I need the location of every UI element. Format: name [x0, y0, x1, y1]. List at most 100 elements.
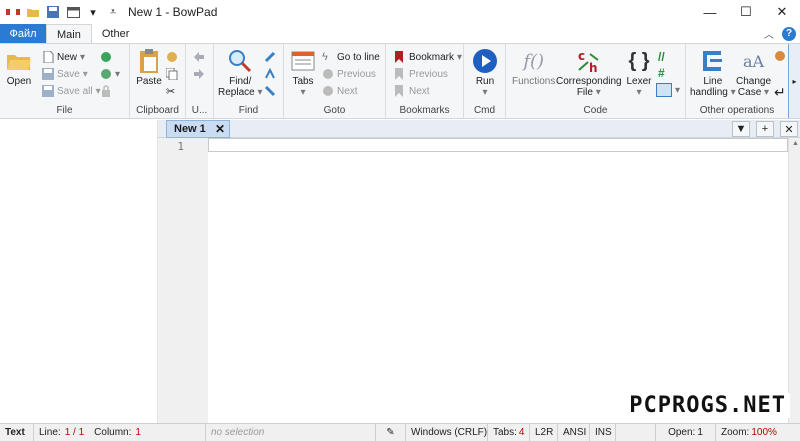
group-clipboard: Paste ✂ Clipboard: [130, 44, 186, 118]
lexer-button[interactable]: { } Lexer ▾: [626, 48, 652, 99]
comment-button[interactable]: //: [658, 48, 670, 64]
bookmark-prev-icon: [394, 68, 406, 80]
save-button[interactable]: Save ▾: [42, 66, 88, 82]
goto-previous-button[interactable]: Previous: [322, 66, 376, 82]
lightning-icon: ϟ: [322, 51, 328, 63]
cut-button[interactable]: ✂: [166, 83, 178, 99]
vertical-scrollbar[interactable]: ▲: [788, 138, 800, 423]
comment-icon: //: [658, 50, 665, 64]
line-handling-button[interactable]: Line handling ▾: [690, 48, 736, 98]
new-button[interactable]: New ▾: [42, 49, 85, 65]
group-label-file: File: [56, 105, 73, 116]
group-label-cmd: Cmd: [473, 105, 496, 116]
close-tab-icon[interactable]: ✕: [215, 122, 225, 136]
help-icon[interactable]: ?: [782, 26, 796, 41]
ribbon-tabs: Файл Main Other ︿ ?: [0, 24, 800, 44]
find-files-button[interactable]: [264, 83, 276, 99]
group-cmd: Run ▾ Cmd: [464, 44, 506, 118]
find-next-button[interactable]: [264, 49, 276, 65]
ribbon-scroll-right[interactable]: ▸: [788, 44, 800, 118]
redo-icon: [193, 68, 205, 80]
status-ins[interactable]: INS: [590, 423, 616, 441]
title-bar: ▾ ⩡ New 1 - BowPad — ☐ ✕: [0, 0, 800, 24]
status-wrap[interactable]: ✎: [376, 423, 406, 441]
text-editor[interactable]: [208, 138, 788, 423]
browse-button[interactable]: ▾: [100, 66, 120, 82]
save-all-icon: [42, 85, 54, 97]
status-position[interactable]: Line: 1 / 1 Column: 1: [34, 423, 206, 441]
minimize-button[interactable]: —: [692, 0, 728, 24]
bookmark-button[interactable]: Bookmark ▾: [394, 49, 462, 65]
save-all-button[interactable]: Save all ▾: [42, 83, 101, 99]
tab-list-button[interactable]: ▼: [732, 121, 750, 137]
qat-customize-icon[interactable]: ⩡: [106, 5, 120, 19]
find-replace-button[interactable]: Find/ Replace ▾: [218, 48, 263, 98]
bookmark-icon: [394, 51, 406, 63]
app-icon: [6, 5, 20, 19]
status-encoding[interactable]: ANSI: [558, 423, 590, 441]
format-icon: [656, 83, 672, 97]
group-label-clipboard: Clipboard: [136, 105, 179, 116]
collapse-ribbon-icon[interactable]: ︿: [764, 26, 774, 41]
code-format-button[interactable]: ▾: [656, 82, 680, 98]
window-icon[interactable]: [66, 5, 80, 19]
status-zoom[interactable]: Zoom: 100%: [716, 424, 800, 441]
tool-icon: [774, 50, 786, 62]
current-line-highlight: [208, 138, 788, 152]
uncomment-button[interactable]: #: [658, 64, 670, 80]
new-tab-button[interactable]: +: [756, 121, 774, 137]
tab-main[interactable]: Main: [46, 24, 92, 44]
line-number: 1: [177, 140, 184, 153]
save-icon: [42, 68, 54, 80]
undo-icon: [193, 51, 205, 63]
lock-button[interactable]: [100, 83, 112, 99]
save-icon[interactable]: [46, 5, 60, 19]
group-goto: Tabs ▾ ϟ Go to line Previous Next Goto: [284, 44, 386, 118]
status-tabs[interactable]: Tabs: 4: [488, 423, 530, 441]
maximize-button[interactable]: ☐: [728, 0, 764, 24]
paste-button[interactable]: Paste: [136, 48, 162, 87]
close-document-button[interactable]: ✕: [780, 121, 798, 137]
bookmark-previous-button[interactable]: Previous: [394, 66, 448, 82]
group-label-find: Find: [238, 105, 259, 116]
find-prev-button[interactable]: [264, 66, 276, 82]
line-handling-icon: [700, 48, 726, 74]
open-button[interactable]: Open: [6, 48, 32, 87]
reload-icon: [100, 51, 112, 63]
newline-button[interactable]: ↵: [774, 84, 786, 100]
globe-icon: [100, 68, 112, 80]
copy-button[interactable]: [165, 66, 178, 82]
undo-button[interactable]: [193, 49, 205, 65]
goto-next-button[interactable]: Next: [322, 83, 358, 99]
change-case-button[interactable]: aA Change Case ▾: [736, 48, 771, 98]
go-to-line-button[interactable]: ϟ Go to line: [322, 49, 380, 65]
find-files-icon: [264, 85, 276, 97]
status-eol[interactable]: Windows (CRLF): [406, 423, 488, 441]
other-tool-button[interactable]: [774, 48, 786, 64]
find-prev-icon: [264, 67, 276, 80]
status-direction[interactable]: L2R: [530, 423, 558, 441]
corresponding-file-button[interactable]: ch Corresponding File ▾: [556, 48, 622, 98]
scroll-up-icon[interactable]: ▲: [792, 140, 799, 147]
close-button[interactable]: ✕: [764, 0, 800, 24]
uncomment-icon: #: [658, 66, 665, 80]
cut-copy-button[interactable]: [166, 49, 178, 65]
scissors-icon: ✂: [166, 86, 176, 98]
reload-button[interactable]: [100, 49, 112, 65]
group-label-code: Code: [583, 105, 608, 116]
qat-dropdown-icon[interactable]: ▾: [86, 5, 100, 19]
ribbon: Open New ▾ Save ▾ Save all ▾ ▾ File Past…: [0, 43, 800, 119]
tab-file[interactable]: Файл: [0, 24, 46, 44]
status-mode[interactable]: Text: [0, 423, 34, 441]
bookmark-next-button[interactable]: Next: [394, 83, 430, 99]
status-spacer: [616, 423, 656, 441]
open-folder-icon[interactable]: [26, 5, 40, 19]
redo-button[interactable]: [193, 66, 205, 82]
functions-button[interactable]: f() Functions: [512, 48, 555, 87]
window-title: New 1 - BowPad: [128, 5, 218, 19]
tab-other[interactable]: Other: [92, 24, 140, 44]
tabs-button[interactable]: Tabs ▾: [290, 48, 316, 98]
chevron-down-icon: ▼: [735, 123, 747, 135]
run-button[interactable]: Run ▾: [472, 48, 498, 98]
document-tab[interactable]: New 1 ✕: [166, 120, 230, 138]
